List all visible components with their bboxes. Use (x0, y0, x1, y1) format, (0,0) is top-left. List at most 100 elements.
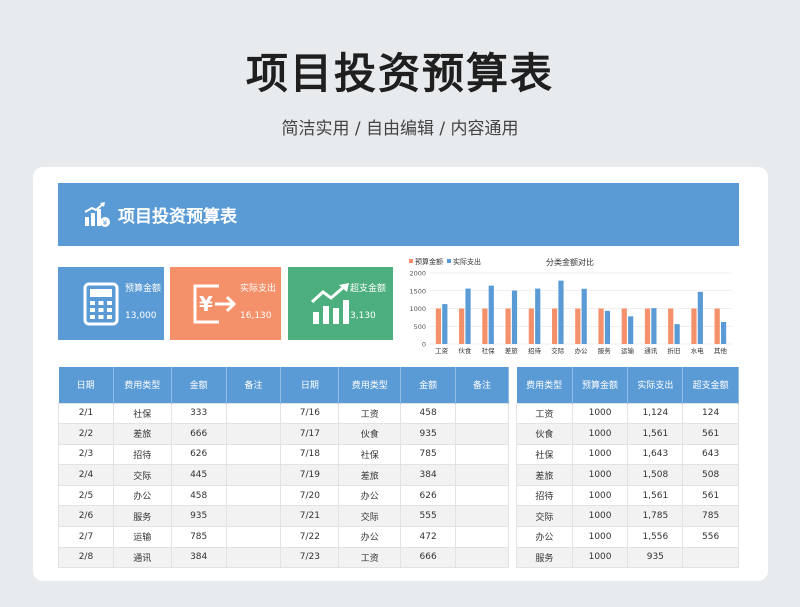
table-cell[interactable]: 555 (400, 505, 457, 528)
table-cell[interactable]: 差旅 (516, 464, 573, 486)
table-cell[interactable]: 7/23 (280, 546, 340, 569)
table-cell[interactable]: 7/20 (280, 484, 340, 507)
table-cell[interactable]: 办公 (516, 526, 573, 548)
table-cell[interactable]: 2/7 (58, 526, 114, 548)
table-cell[interactable]: 2/3 (58, 443, 114, 466)
table-cell[interactable] (455, 505, 509, 528)
table-cell[interactable]: 7/21 (280, 505, 340, 528)
table-cell[interactable] (225, 484, 282, 507)
table-cell[interactable]: 445 (170, 464, 227, 486)
table-cell[interactable]: 服务 (516, 546, 573, 569)
table-cell[interactable]: 2/1 (58, 402, 114, 425)
table-cell[interactable]: 1,508 (627, 464, 684, 486)
table-cell[interactable]: 服务 (112, 505, 172, 528)
table-cell[interactable]: 办公 (338, 484, 402, 507)
table-cell[interactable]: 工资 (338, 546, 402, 569)
table-cell[interactable] (225, 423, 282, 445)
table-cell[interactable] (225, 505, 282, 528)
table-cell[interactable]: 伙食 (338, 423, 402, 445)
table-cell[interactable]: 626 (400, 484, 457, 507)
table-cell[interactable]: 2/5 (58, 484, 114, 507)
table-cell[interactable]: 1,643 (627, 443, 684, 466)
table-cell[interactable]: 社保 (338, 443, 402, 466)
table-cell[interactable] (225, 443, 282, 466)
table-cell[interactable] (682, 546, 739, 569)
table-cell[interactable]: 工资 (516, 402, 573, 425)
table-cell[interactable]: 561 (682, 423, 739, 445)
table-cell[interactable]: 333 (170, 402, 227, 425)
table-cell[interactable]: 935 (170, 505, 227, 528)
table-cell[interactable]: 1000 (571, 464, 629, 486)
table-cell[interactable]: 935 (400, 423, 457, 445)
table-cell[interactable]: 社保 (516, 443, 573, 466)
table-cell[interactable]: 招待 (516, 484, 573, 507)
table-cell[interactable]: 472 (400, 526, 457, 548)
table-cell[interactable]: 1000 (571, 423, 629, 445)
table-cell[interactable]: 643 (682, 443, 739, 466)
table-cell[interactable]: 458 (400, 402, 457, 425)
table-cell[interactable]: 1,561 (627, 484, 684, 507)
table-cell[interactable]: 1000 (571, 546, 629, 569)
table-cell[interactable] (455, 546, 509, 569)
table-cell[interactable]: 508 (682, 464, 739, 486)
table-cell[interactable] (455, 484, 509, 507)
table-cell[interactable]: 1000 (571, 505, 629, 528)
table-cell[interactable]: 招待 (112, 443, 172, 466)
x-tick-label: 工资 (435, 346, 449, 355)
table-cell[interactable]: 办公 (112, 484, 172, 507)
table-cell[interactable]: 1,556 (627, 526, 684, 548)
table-cell[interactable]: 1000 (571, 484, 629, 507)
column-header: 金额 (400, 367, 457, 403)
table-cell[interactable]: 7/18 (280, 443, 340, 466)
table-cell[interactable]: 785 (170, 526, 227, 548)
table-cell[interactable] (455, 423, 509, 445)
kpi-overspend-value: 3,130 (350, 311, 376, 321)
table-cell[interactable]: 384 (170, 546, 227, 569)
column-header: 费用类型 (113, 367, 172, 403)
table-cell[interactable]: 工资 (338, 402, 402, 425)
table-cell[interactable] (455, 402, 509, 425)
table-cell[interactable]: 785 (400, 443, 457, 466)
table-cell[interactable] (455, 526, 509, 548)
table-cell[interactable]: 交际 (516, 505, 573, 528)
table-cell[interactable]: 626 (170, 443, 227, 466)
table-cell[interactable]: 666 (170, 423, 227, 445)
table-cell[interactable]: 差旅 (338, 464, 402, 486)
table-cell[interactable]: 伙食 (516, 423, 573, 445)
table-cell[interactable]: 124 (682, 402, 739, 425)
table-cell[interactable]: 458 (170, 484, 227, 507)
table-cell[interactable]: 2/8 (58, 546, 114, 569)
table-cell[interactable]: 7/16 (280, 402, 340, 425)
table-cell[interactable]: 交际 (338, 505, 402, 528)
table-cell[interactable]: 666 (400, 546, 457, 569)
table-cell[interactable] (225, 546, 282, 569)
table-cell[interactable]: 1000 (571, 443, 629, 466)
table-cell[interactable]: 2/6 (58, 505, 114, 528)
table-cell[interactable]: 7/19 (280, 464, 340, 486)
table-cell[interactable]: 7/22 (280, 526, 340, 548)
table-cell[interactable]: 办公 (338, 526, 402, 548)
table-cell[interactable] (455, 464, 509, 486)
table-cell[interactable]: 1000 (571, 526, 629, 548)
table-cell[interactable]: 935 (627, 546, 684, 569)
table-cell[interactable] (225, 402, 282, 425)
table-cell[interactable]: 通讯 (112, 546, 172, 569)
table-cell[interactable]: 561 (682, 484, 739, 507)
table-cell[interactable]: 556 (682, 526, 739, 548)
table-cell[interactable]: 社保 (112, 402, 172, 425)
table-cell[interactable]: 2/4 (58, 464, 114, 486)
table-cell[interactable]: 785 (682, 505, 739, 528)
table-cell[interactable]: 1,561 (627, 423, 684, 445)
table-cell[interactable]: 1,124 (627, 402, 684, 425)
table-cell[interactable]: 7/17 (280, 423, 340, 445)
table-cell[interactable]: 1,785 (627, 505, 684, 528)
table-cell[interactable]: 2/2 (58, 423, 114, 445)
table-cell[interactable]: 差旅 (112, 423, 172, 445)
table-cell[interactable]: 384 (400, 464, 457, 486)
table-cell[interactable]: 1000 (571, 402, 629, 425)
table-cell[interactable]: 交际 (112, 464, 172, 486)
table-cell[interactable]: 运输 (112, 526, 172, 548)
table-cell[interactable] (225, 526, 282, 548)
table-cell[interactable] (225, 464, 282, 486)
table-cell[interactable] (455, 443, 509, 466)
